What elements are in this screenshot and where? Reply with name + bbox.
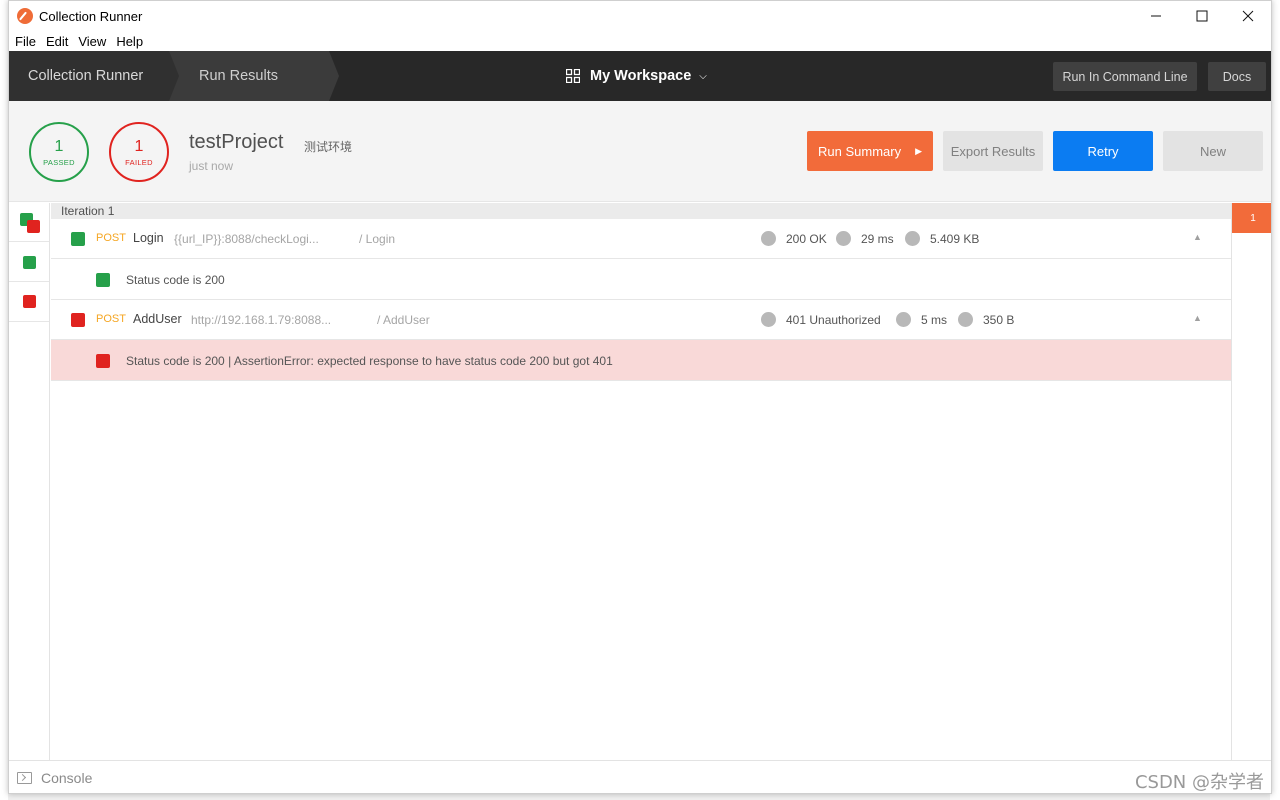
request-path: / AddUser [377,313,430,327]
passed-count: 1 [54,137,64,155]
retry-button[interactable]: Retry [1053,131,1153,171]
collection-runner-window: Collection Runner File Edit View Help Co… [8,0,1272,794]
postman-icon [17,8,33,24]
request-url: http://192.168.1.79:8088... [191,313,332,327]
minimize-icon [1151,15,1161,17]
test-row-failed: Status code is 200 | AssertionError: exp… [51,340,1231,381]
passed-counter: 1 PASSED [29,122,89,182]
results-body: Iteration 1 POST Login {{url_IP}}:8088/c… [9,203,1271,760]
passed-label: PASSED [43,157,75,167]
menu-help[interactable]: Help [114,34,149,49]
test-text: Status code is 200 | AssertionError: exp… [126,354,613,368]
breadcrumb-run-results[interactable]: Run Results [169,51,339,101]
status-bar: Console [9,760,1271,793]
response-size: 350 B [983,313,1015,327]
close-icon [1242,10,1254,22]
request-method: POST [96,313,126,325]
results-list: Iteration 1 POST Login {{url_IP}}:8088/c… [51,203,1231,760]
breadcrumb-collection-runner[interactable]: Collection Runner [9,51,179,101]
workspace-label: My Workspace [590,68,692,84]
menu-edit[interactable]: Edit [44,34,74,49]
response-time-dot [836,231,851,246]
request-name: AddUser [133,312,182,326]
collapse-icon[interactable]: ▲ [1193,313,1202,323]
menu-bar: File Edit View Help [9,31,1271,51]
filter-passed[interactable] [9,242,49,282]
top-nav: Collection Runner Run Results My Workspa… [9,51,1271,101]
filter-all[interactable] [9,203,49,242]
test-pass-icon [96,273,110,287]
caret-right-icon: ▶ [915,145,922,156]
all-fail-icon [27,220,40,233]
response-time-dot [896,312,911,327]
response-size: 5.409 KB [930,232,980,246]
grid-icon [566,69,580,83]
collapse-icon[interactable]: ▲ [1193,232,1202,242]
run-summary-button[interactable]: Run Summary ▶ [807,131,933,171]
passed-filter-icon [23,256,36,269]
run-summary-label: Run Summary [818,143,902,159]
status-code-dot [761,231,776,246]
iteration-rail: 1 [1231,203,1271,760]
window-controls [1133,1,1271,31]
status-code: 401 Unauthorized [786,313,881,327]
response-time: 5 ms [921,313,948,327]
run-summary-header: 1 PASSED 1 FAILED testProject 测试环境 just … [9,101,1271,202]
run-time: just now [189,159,234,173]
minimize-button[interactable] [1133,1,1179,31]
maximize-button[interactable] [1179,1,1225,31]
status-code-dot [761,312,776,327]
request-method: POST [96,232,126,244]
menu-view[interactable]: View [76,34,112,49]
failed-filter-icon [23,295,36,308]
iteration-header: Iteration 1 [51,203,1231,219]
title-bar: Collection Runner [9,1,1271,31]
failed-label: FAILED [125,157,153,167]
filter-failed[interactable] [9,282,49,322]
request-status-icon [71,232,85,246]
new-button[interactable]: New [1163,131,1263,171]
run-in-command-line-button[interactable]: Run In Command Line [1053,62,1197,91]
request-name: Login [133,231,164,245]
iteration-badge[interactable]: 1 [1232,203,1271,233]
request-row-adduser[interactable]: POST AddUser http://192.168.1.79:8088...… [51,300,1231,340]
request-row-login[interactable]: POST Login {{url_IP}}:8088/checkLogi... … [51,219,1231,259]
request-status-icon [71,313,85,327]
background-left-strip [0,0,8,800]
failed-count: 1 [134,137,144,155]
window-title: Collection Runner [39,8,143,24]
response-size-dot [905,231,920,246]
maximize-icon [1196,10,1208,22]
environment-name: 测试环境 [304,140,353,154]
test-row: Status code is 200 [51,259,1231,300]
status-filter-rail [9,203,50,760]
watermark: CSDN @杂学者 [1134,772,1264,793]
test-fail-icon [96,354,110,368]
chevron-down-icon: ⌵ [699,70,707,82]
console-button[interactable]: Console [41,770,92,786]
terminal-icon[interactable] [17,772,32,784]
project-name: testProject [189,131,284,153]
docs-button[interactable]: Docs [1208,62,1266,91]
menu-file[interactable]: File [13,34,42,49]
request-path: / Login [359,232,396,246]
status-code: 200 OK [786,232,827,246]
response-size-dot [958,312,973,327]
close-button[interactable] [1225,1,1271,31]
response-time: 29 ms [861,232,894,246]
request-url: {{url_IP}}:8088/checkLogi... [174,232,319,246]
test-text: Status code is 200 [126,273,225,287]
export-results-button[interactable]: Export Results [943,131,1043,171]
workspace-switcher[interactable]: My Workspace ⌵ [566,51,707,101]
failed-counter: 1 FAILED [109,122,169,182]
